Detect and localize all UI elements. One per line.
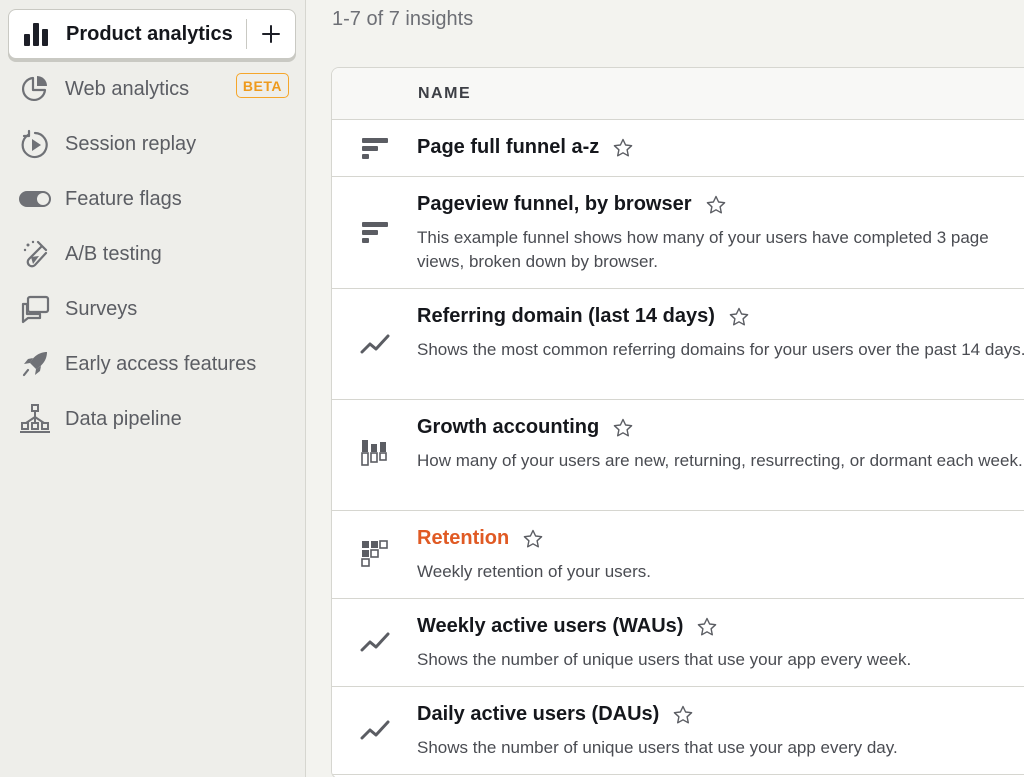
table-row[interactable]: Referring domain (last 14 days) Shows th… bbox=[332, 289, 1024, 400]
insight-title[interactable]: Weekly active users (WAUs) bbox=[417, 615, 683, 638]
table-row[interactable]: Weekly active users (WAUs) Shows the num… bbox=[332, 599, 1024, 687]
replay-icon bbox=[18, 127, 52, 161]
star-icon[interactable] bbox=[729, 307, 749, 327]
column-header-name[interactable]: NAME bbox=[418, 85, 471, 103]
star-icon[interactable] bbox=[613, 418, 633, 438]
plus-icon[interactable] bbox=[247, 10, 295, 58]
rocket-icon bbox=[18, 347, 52, 381]
table-row[interactable]: Page full funnel a-z bbox=[332, 120, 1024, 177]
star-icon[interactable] bbox=[523, 529, 543, 549]
row-title-line: Daily active users (DAUs) bbox=[417, 703, 693, 726]
sidebar-item-product-analytics[interactable]: Product analytics bbox=[8, 9, 296, 59]
table-row[interactable]: Pageview funnel, by browser This example… bbox=[332, 177, 1024, 289]
pipeline-icon bbox=[18, 402, 52, 436]
funnel-icon bbox=[360, 217, 390, 247]
sidebar-item-label: A/B testing bbox=[65, 242, 162, 265]
insight-description: Shows the number of unique users that us… bbox=[417, 738, 898, 757]
trend-line-icon bbox=[360, 715, 390, 745]
star-icon[interactable] bbox=[706, 195, 726, 215]
sidebar-item-label: Data pipeline bbox=[65, 407, 182, 430]
sidebar: Product analytics Web analytics BETA Ses… bbox=[0, 0, 306, 777]
sidebar-item-label: Early access features bbox=[65, 352, 257, 375]
chat-bubbles-icon bbox=[18, 292, 52, 326]
sidebar-item-data-pipeline[interactable]: Data pipeline bbox=[8, 396, 296, 442]
insight-description: Shows the number of unique users that us… bbox=[417, 650, 912, 669]
table-row[interactable]: Retention Weekly retention of your users… bbox=[332, 511, 1024, 599]
insight-description: Shows the most common referring domains … bbox=[417, 340, 1024, 359]
toggle-icon bbox=[18, 182, 52, 216]
sidebar-item-label: Product analytics bbox=[66, 22, 233, 45]
retention-grid-icon bbox=[360, 539, 390, 569]
pie-chart-icon bbox=[18, 72, 52, 106]
insight-title[interactable]: Page full funnel a-z bbox=[417, 136, 599, 159]
sidebar-item-session-replay[interactable]: Session replay bbox=[8, 121, 296, 167]
insight-description: How many of your users are new, returnin… bbox=[417, 451, 1023, 470]
star-icon[interactable] bbox=[613, 138, 633, 158]
insight-title[interactable]: Retention bbox=[417, 527, 509, 550]
row-title-line: Referring domain (last 14 days) bbox=[417, 305, 749, 328]
funnel-icon bbox=[360, 133, 390, 163]
sidebar-item-surveys[interactable]: Surveys bbox=[8, 286, 296, 332]
insight-description: This example funnel shows how many of yo… bbox=[417, 228, 989, 271]
row-title-line: Growth accounting bbox=[417, 416, 633, 439]
insight-title[interactable]: Daily active users (DAUs) bbox=[417, 703, 659, 726]
insight-title[interactable]: Growth accounting bbox=[417, 416, 599, 439]
insights-table: NAME Page full funnel a-z Pageview funne… bbox=[331, 67, 1024, 777]
sidebar-item-label: Web analytics bbox=[65, 77, 190, 100]
table-row[interactable]: Daily active users (DAUs) Shows the numb… bbox=[332, 687, 1024, 775]
trend-line-icon bbox=[360, 329, 390, 359]
beta-badge: BETA bbox=[235, 73, 289, 98]
row-title-line: Pageview funnel, by browser bbox=[417, 193, 726, 216]
insight-title[interactable]: Pageview funnel, by browser bbox=[417, 193, 692, 216]
table-header: NAME bbox=[332, 68, 1024, 120]
sidebar-item-label: Session replay bbox=[65, 132, 197, 155]
stacked-bars-icon bbox=[360, 437, 390, 467]
sidebar-item-label: Surveys bbox=[65, 297, 138, 320]
row-title-line: Retention bbox=[417, 527, 543, 550]
sidebar-item-ab-testing[interactable]: A/B testing bbox=[8, 231, 296, 277]
table-row[interactable]: Growth accounting How many of your users… bbox=[332, 400, 1024, 511]
row-title-line: Weekly active users (WAUs) bbox=[417, 615, 717, 638]
bar-chart-icon bbox=[21, 19, 51, 49]
star-icon[interactable] bbox=[673, 705, 693, 725]
insight-description: Weekly retention of your users. bbox=[417, 562, 652, 581]
star-icon[interactable] bbox=[697, 617, 717, 637]
insight-title[interactable]: Referring domain (last 14 days) bbox=[417, 305, 715, 328]
row-title-line: Page full funnel a-z bbox=[417, 136, 633, 159]
sidebar-item-label: Feature flags bbox=[65, 187, 182, 210]
sidebar-item-feature-flags[interactable]: Feature flags bbox=[8, 176, 296, 222]
trend-line-icon bbox=[360, 627, 390, 657]
flask-icon bbox=[18, 237, 52, 271]
sidebar-item-early-access[interactable]: Early access features bbox=[8, 341, 296, 387]
sidebar-item-web-analytics[interactable]: Web analytics BETA bbox=[8, 66, 296, 112]
insights-count: 1-7 of 7 insights bbox=[332, 8, 474, 30]
